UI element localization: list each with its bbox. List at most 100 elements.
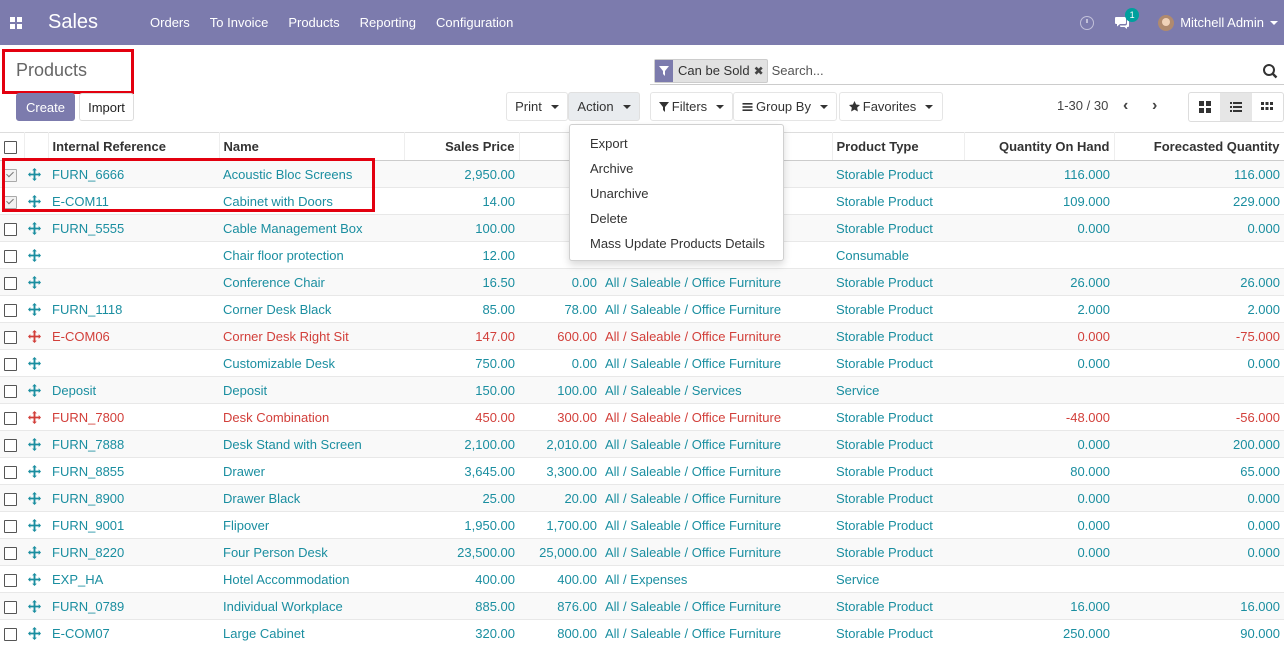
cell-internal-reference[interactable]: FURN_0789 xyxy=(48,592,219,620)
cell-product-type[interactable]: Consumable xyxy=(832,241,964,269)
cell-sales-price[interactable]: 25.00 xyxy=(404,484,519,512)
cell-internal-reference[interactable] xyxy=(48,268,219,296)
checkbox[interactable] xyxy=(4,600,17,614)
cell-name[interactable]: Desk Stand with Screen xyxy=(219,430,404,458)
table-row[interactable]: FURN_0789 Individual Workplace 885.00 876.0… xyxy=(0,592,1284,620)
cell-name[interactable]: Customizable Desk xyxy=(219,349,404,377)
checkbox[interactable] xyxy=(4,438,17,452)
filters-button[interactable]: Filters xyxy=(650,92,733,121)
cell-internal-reference[interactable]: FURN_7800 xyxy=(48,403,219,431)
drag-handle-icon[interactable] xyxy=(28,248,44,262)
cell-category[interactable]: All / Saleable / Office Furniture xyxy=(601,295,832,323)
apps-menu-icon[interactable] xyxy=(0,0,32,45)
drag-handle-icon[interactable] xyxy=(28,302,44,316)
cell-category[interactable]: All / Saleable / Office Furniture xyxy=(601,619,832,647)
cell-internal-reference[interactable]: FURN_5555 xyxy=(48,214,219,242)
cell-sales-price[interactable]: 320.00 xyxy=(404,619,519,647)
column-product-type[interactable]: Product Type xyxy=(832,132,965,161)
table-row[interactable]: Deposit Deposit 150.00 100.00 All / Saleable… xyxy=(0,376,1284,404)
drag-handle-icon[interactable] xyxy=(28,464,44,478)
cell-sales-price[interactable]: 450.00 xyxy=(404,403,519,431)
row-checkbox-cell[interactable] xyxy=(0,322,24,350)
table-row[interactable]: E-COM07 Large Cabinet 320.00 800.00 All / Sa… xyxy=(0,619,1284,647)
drag-handle[interactable] xyxy=(24,430,48,458)
drag-handle[interactable] xyxy=(24,403,48,431)
drag-handle[interactable] xyxy=(24,187,48,215)
cell-forecasted-quantity[interactable] xyxy=(1114,376,1284,404)
cell-quantity-on-hand[interactable]: 16.000 xyxy=(964,592,1114,620)
cell-quantity-on-hand[interactable]: 0.000 xyxy=(964,214,1114,242)
cell-product-type[interactable]: Storable Product xyxy=(832,457,964,485)
cell-quantity-on-hand[interactable] xyxy=(964,376,1114,404)
cell-forecasted-quantity[interactable]: 90.000 xyxy=(1114,619,1284,647)
cell-product-type[interactable]: Storable Product xyxy=(832,592,964,620)
drag-handle-icon[interactable] xyxy=(28,545,44,559)
avatar[interactable] xyxy=(1158,14,1175,31)
cell-cost[interactable]: 2,010.00 xyxy=(519,430,601,458)
menu-products[interactable]: Products xyxy=(288,15,339,30)
cell-internal-reference[interactable]: FURN_8900 xyxy=(48,484,219,512)
column-quantity-on-hand[interactable]: Quantity On Hand xyxy=(964,132,1115,161)
cell-internal-reference[interactable]: EXP_HA xyxy=(48,565,219,593)
cell-forecasted-quantity[interactable]: 0.000 xyxy=(1114,349,1284,377)
row-checkbox-cell[interactable] xyxy=(0,403,24,431)
drag-handle[interactable] xyxy=(24,376,48,404)
cell-name[interactable]: Desk Combination xyxy=(219,403,404,431)
cell-forecasted-quantity[interactable]: 0.000 xyxy=(1114,511,1284,539)
drag-handle-icon[interactable] xyxy=(28,383,44,397)
table-row[interactable]: FURN_9001 Flipover 1,950.00 1,700.00 All / S… xyxy=(0,511,1284,539)
checkbox[interactable] xyxy=(4,357,17,371)
cell-name[interactable]: Deposit xyxy=(219,376,404,404)
table-row[interactable]: Customizable Desk 750.00 0.00 All / Saleabl… xyxy=(0,349,1284,377)
list-view-icon[interactable] xyxy=(1220,93,1252,121)
cell-name[interactable]: Hotel Accommodation xyxy=(219,565,404,593)
table-row[interactable]: FURN_8900 Drawer Black 25.00 20.00 All / Sal… xyxy=(0,484,1284,512)
drag-handle-icon[interactable] xyxy=(28,437,44,451)
cell-quantity-on-hand[interactable] xyxy=(964,241,1114,269)
cell-quantity-on-hand[interactable]: 0.000 xyxy=(964,484,1114,512)
cell-sales-price[interactable]: 750.00 xyxy=(404,349,519,377)
row-checkbox-cell[interactable] xyxy=(0,214,24,242)
cell-sales-price[interactable]: 100.00 xyxy=(404,214,519,242)
drag-handle-icon[interactable] xyxy=(28,491,44,505)
cell-category[interactable]: All / Saleable / Office Furniture xyxy=(601,349,832,377)
app-title[interactable]: Sales xyxy=(48,11,98,34)
row-checkbox-cell[interactable] xyxy=(0,511,24,539)
cell-product-type[interactable]: Service xyxy=(832,376,964,404)
checkbox[interactable] xyxy=(4,573,17,587)
cell-name[interactable]: Corner Desk Right Sit xyxy=(219,322,404,350)
cell-name[interactable]: Cabinet with Doors xyxy=(219,187,404,215)
checkbox[interactable] xyxy=(4,222,17,236)
chevron-right-icon[interactable]: › xyxy=(1152,97,1157,115)
cell-internal-reference[interactable]: FURN_7888 xyxy=(48,430,219,458)
cell-category[interactable]: All / Saleable / Office Furniture xyxy=(601,430,832,458)
menu-item-archive[interactable]: Archive xyxy=(570,156,783,181)
cell-name[interactable]: Drawer Black xyxy=(219,484,404,512)
drag-handle[interactable] xyxy=(24,457,48,485)
cell-cost[interactable]: 800.00 xyxy=(519,619,601,647)
cell-category[interactable]: All / Saleable / Office Furniture xyxy=(601,511,832,539)
column-internal-reference[interactable]: Internal Reference xyxy=(48,132,220,161)
drag-handle-icon[interactable] xyxy=(28,356,44,370)
cell-product-type[interactable]: Storable Product xyxy=(832,295,964,323)
row-checkbox-cell[interactable] xyxy=(0,619,24,647)
column-forecasted-quantity[interactable]: Forecasted Quantity xyxy=(1114,132,1284,161)
cell-name[interactable]: Conference Chair xyxy=(219,268,404,296)
cell-name[interactable]: Chair floor protection xyxy=(219,241,404,269)
drag-handle[interactable] xyxy=(24,160,48,188)
cell-forecasted-quantity[interactable]: 116.000 xyxy=(1114,160,1284,188)
drag-handle[interactable] xyxy=(24,565,48,593)
search-input[interactable] xyxy=(771,63,1242,78)
cell-product-type[interactable]: Storable Product xyxy=(832,538,964,566)
cell-category[interactable]: All / Saleable / Office Furniture xyxy=(601,592,832,620)
cell-forecasted-quantity[interactable] xyxy=(1114,565,1284,593)
cell-internal-reference[interactable] xyxy=(48,349,219,377)
cell-quantity-on-hand[interactable]: 0.000 xyxy=(964,511,1114,539)
cell-cost[interactable]: 3,300.00 xyxy=(519,457,601,485)
cell-cost[interactable]: 0.00 xyxy=(519,268,601,296)
table-row[interactable]: FURN_8220 Four Person Desk 23,500.00 25,000… xyxy=(0,538,1284,566)
table-row[interactable]: FURN_8855 Drawer 3,645.00 3,300.00 All / Sal… xyxy=(0,457,1284,485)
cell-cost[interactable]: 0.00 xyxy=(519,349,601,377)
cell-forecasted-quantity[interactable]: 229.000 xyxy=(1114,187,1284,215)
cell-sales-price[interactable]: 23,500.00 xyxy=(404,538,519,566)
